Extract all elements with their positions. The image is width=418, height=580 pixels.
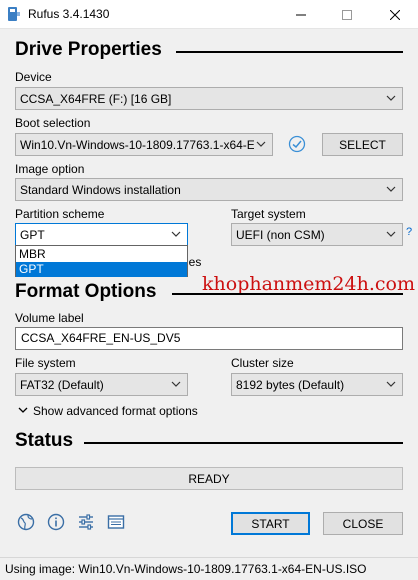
log-icon[interactable]	[107, 513, 125, 531]
select-image-button[interactable]: SELECT	[322, 133, 403, 156]
advanced-format-options-label: Show advanced format options	[33, 404, 198, 418]
chevron-down-icon	[386, 381, 396, 387]
cluster-size-select[interactable]: 8192 bytes (Default)	[231, 373, 403, 396]
chevron-down-icon	[386, 95, 396, 101]
drive-properties-heading: Drive Properties	[15, 39, 162, 60]
status-bar-text: Using image: Win10.Vn-Windows-10-1809.17…	[5, 562, 367, 576]
chevron-down-icon	[18, 407, 28, 413]
target-system-label: Target system	[231, 207, 306, 221]
volume-label-input[interactable]	[21, 331, 371, 345]
partition-scheme-value: GPT	[20, 228, 45, 242]
info-icon[interactable]	[47, 513, 65, 531]
section-divider	[176, 51, 403, 53]
check-circle-icon[interactable]	[288, 135, 306, 153]
dropdown-option-mbr[interactable]: MBR	[16, 247, 187, 262]
status-heading: Status	[15, 430, 74, 451]
file-system-select[interactable]: FAT32 (Default)	[15, 373, 188, 396]
chevron-down-icon	[256, 141, 266, 147]
section-divider	[172, 293, 403, 295]
status-progress-bar: READY	[15, 467, 403, 490]
target-system-value: UEFI (non CSM)	[236, 228, 325, 242]
partition-scheme-label: Partition scheme	[15, 207, 105, 221]
close-icon	[390, 9, 400, 20]
watermark-text: khophanmem24h.com	[202, 273, 415, 295]
settings-sliders-icon[interactable]	[77, 513, 95, 531]
close-window-button[interactable]	[372, 0, 418, 29]
file-system-label: File system	[15, 356, 76, 370]
cluster-size-label: Cluster size	[231, 356, 294, 370]
boot-selection-value: Win10.Vn-Windows-10-1809.17763.1-x64-EN	[20, 138, 254, 152]
minimize-icon	[296, 14, 306, 15]
section-divider	[84, 442, 403, 444]
format-options-heading: Format Options	[15, 281, 157, 302]
chevron-down-icon	[386, 186, 396, 192]
status-progress-text: READY	[188, 471, 230, 486]
image-option-value: Standard Windows installation	[20, 183, 181, 197]
close-button[interactable]: CLOSE	[323, 512, 403, 535]
status-bar: Using image: Win10.Vn-Windows-10-1809.17…	[0, 557, 418, 580]
device-select[interactable]: CCSA_X64FRE (F:) [16 GB]	[15, 87, 403, 110]
maximize-button[interactable]	[324, 0, 370, 29]
minimize-button[interactable]	[278, 0, 324, 29]
device-value: CCSA_X64FRE (F:) [16 GB]	[20, 92, 172, 106]
target-system-help-link[interactable]: ?	[406, 226, 412, 238]
chevron-down-icon	[171, 231, 181, 237]
chevron-down-icon	[171, 381, 181, 387]
boot-selection-label: Boot selection	[15, 116, 91, 130]
title-bar: Rufus 3.4.1430	[0, 0, 418, 29]
boot-selection-select[interactable]: Win10.Vn-Windows-10-1809.17763.1-x64-EN	[15, 133, 273, 156]
image-option-select[interactable]: Standard Windows installation	[15, 178, 403, 201]
volume-label-field[interactable]	[15, 327, 403, 350]
partition-scheme-dropdown-list: MBR GPT	[15, 245, 188, 277]
globe-icon[interactable]	[17, 513, 35, 531]
volume-label-label: Volume label	[15, 311, 84, 325]
partition-scheme-select[interactable]: GPT	[15, 223, 188, 246]
device-label: Device	[15, 70, 52, 84]
image-option-label: Image option	[15, 162, 85, 176]
target-system-select[interactable]: UEFI (non CSM)	[231, 223, 403, 246]
start-button[interactable]: START	[231, 512, 310, 535]
chevron-down-icon	[386, 231, 396, 237]
dropdown-option-gpt[interactable]: GPT	[16, 262, 187, 277]
cluster-size-value: 8192 bytes (Default)	[236, 378, 345, 392]
advanced-format-options-toggle[interactable]: Show advanced format options	[18, 404, 198, 418]
file-system-value: FAT32 (Default)	[20, 378, 104, 392]
hidden-option-fragment: ies	[186, 255, 202, 269]
window-title: Rufus 3.4.1430	[28, 7, 110, 21]
rufus-app-icon	[8, 7, 20, 21]
maximize-icon	[342, 9, 352, 20]
